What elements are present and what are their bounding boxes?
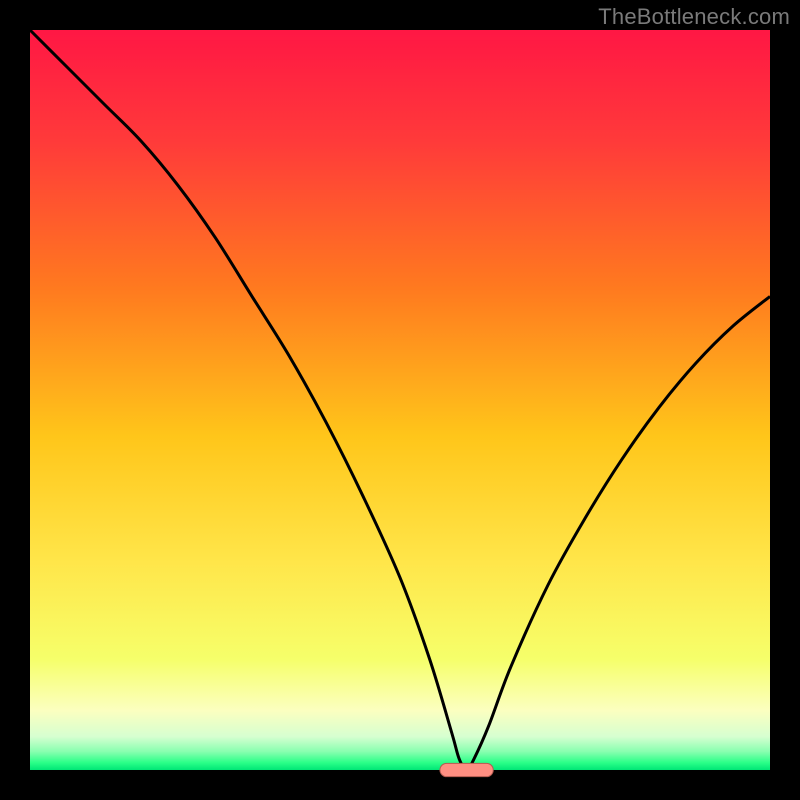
optimum-marker xyxy=(440,763,493,776)
bottleneck-chart xyxy=(0,0,800,800)
chart-frame: TheBottleneck.com xyxy=(0,0,800,800)
